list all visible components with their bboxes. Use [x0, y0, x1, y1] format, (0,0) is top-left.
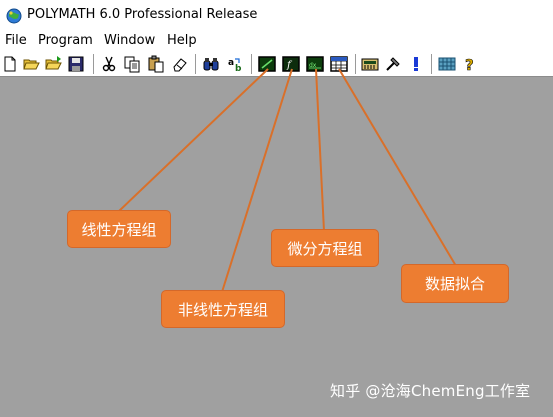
title-bar: POLYMATH 6.0 Professional Release [0, 0, 553, 31]
open-folder-icon[interactable] [23, 55, 41, 73]
toolbar: ab f dx ? [0, 51, 553, 77]
callout-data-fitting: 数据拟合 [401, 264, 509, 303]
paste-icon[interactable] [147, 55, 165, 73]
open-recent-folder-icon[interactable] [45, 55, 63, 73]
callout-differential-equations: 微分方程组 [271, 229, 379, 267]
watermark-text: 知乎 @沧海ChemEng工作室 [330, 382, 531, 400]
save-icon[interactable] [67, 55, 85, 73]
calculator-icon[interactable] [361, 55, 379, 73]
linear-equations-icon[interactable] [258, 55, 276, 73]
svg-text:a: a [228, 58, 234, 68]
hammer-icon[interactable] [384, 55, 402, 73]
new-file-icon[interactable] [1, 55, 19, 73]
callout-linear-equations: 线性方程组 [67, 210, 171, 248]
menu-window[interactable]: Window [104, 33, 155, 48]
eraser-icon[interactable] [171, 55, 189, 73]
menu-program[interactable]: Program [38, 33, 93, 48]
cut-icon[interactable] [100, 55, 118, 73]
find-binoculars-icon[interactable] [202, 55, 220, 73]
window-title: POLYMATH 6.0 Professional Release [27, 7, 258, 22]
toolbar-separator [355, 54, 357, 74]
differential-equations-icon[interactable]: dx [306, 55, 324, 73]
toolbar-separator [93, 54, 95, 74]
replace-icon[interactable]: ab [226, 55, 244, 73]
toolbar-separator [251, 54, 253, 74]
exclamation-icon[interactable] [407, 55, 425, 73]
menu-file[interactable]: File [5, 33, 27, 48]
nonlinear-equations-icon[interactable]: f [282, 55, 300, 73]
polymath-globe-icon [6, 8, 22, 24]
data-fitting-icon[interactable] [330, 55, 348, 73]
menu-bar: File Program Window Help [0, 31, 553, 51]
toolbar-separator [195, 54, 197, 74]
toolbar-separator [431, 54, 433, 74]
svg-text:b: b [235, 64, 242, 73]
svg-text:?: ? [465, 56, 474, 73]
help-question-icon[interactable]: ? [461, 55, 479, 73]
callout-nonlinear-equations: 非线性方程组 [161, 290, 285, 328]
grid-icon[interactable] [438, 55, 456, 73]
copy-icon[interactable] [123, 55, 141, 73]
menu-help[interactable]: Help [167, 33, 197, 48]
